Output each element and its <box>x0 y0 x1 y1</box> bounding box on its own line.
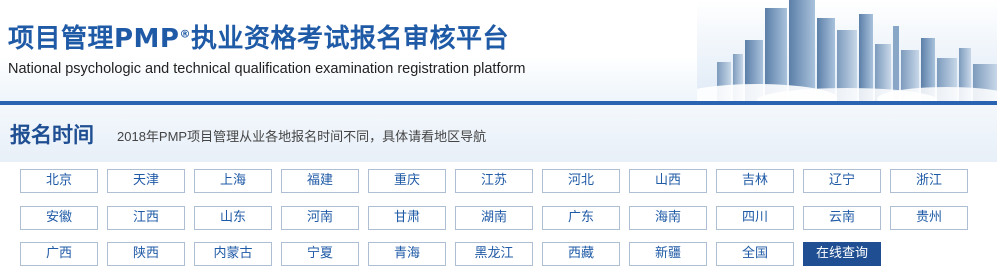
region-button[interactable]: 天津 <box>107 169 185 193</box>
region-button[interactable]: 全国 <box>716 242 794 267</box>
region-button[interactable]: 河北 <box>542 169 620 193</box>
region-button[interactable]: 海南 <box>629 205 707 230</box>
city-skyline-image <box>697 0 997 101</box>
region-button[interactable]: 河南 <box>281 205 359 230</box>
region-button[interactable]: 广西 <box>20 242 98 267</box>
region-button[interactable]: 辽宁 <box>803 169 881 193</box>
region-button[interactable]: 福建 <box>281 169 359 193</box>
region-navigation: 北京 天津 上海 福建 重庆 江苏 河北 山西 吉林 辽宁 浙江安徽 江西 山东 河南 甘肃 湖南 广东 海南 四川… <box>20 169 972 269</box>
region-button[interactable]: 广东 <box>542 205 620 230</box>
region-button[interactable]: 宁夏 <box>281 242 359 267</box>
region-button[interactable]: 内蒙古 <box>194 242 272 267</box>
region-button[interactable]: 黑龙江 <box>455 242 533 267</box>
region-button[interactable]: 江苏 <box>455 169 533 193</box>
region-button[interactable]: 陕西 <box>107 242 185 267</box>
region-button[interactable]: 江西 <box>107 205 185 230</box>
region-button[interactable]: 贵州 <box>890 205 968 230</box>
online-query-button[interactable]: 在线查询 <box>803 242 881 267</box>
registration-time-section: 报名时间 2018年PMP项目管理从业各地报名时间不同，具体请看地区导航 <box>0 105 997 162</box>
region-button[interactable]: 山西 <box>629 169 707 193</box>
region-button[interactable]: 浙江 <box>890 169 968 193</box>
region-button[interactable]: 西藏 <box>542 242 620 267</box>
section-note: 2018年PMP项目管理从业各地报名时间不同，具体请看地区导航 <box>117 129 487 144</box>
region-button[interactable]: 北京 <box>20 169 98 193</box>
region-button[interactable]: 吉林 <box>716 169 794 193</box>
title-main: 项目管理PMP <box>8 24 180 54</box>
platform-title: 项目管理PMP®执业资格考试报名审核平台 <box>8 18 509 55</box>
region-button[interactable]: 湖南 <box>455 205 533 230</box>
header-banner: 项目管理PMP®执业资格考试报名审核平台 National psychologi… <box>0 0 997 101</box>
region-button[interactable]: 甘肃 <box>368 205 446 230</box>
region-button[interactable]: 安徽 <box>20 205 98 230</box>
region-button[interactable]: 山东 <box>194 205 272 230</box>
region-button[interactable]: 四川 <box>716 205 794 230</box>
title-rest: 执业资格考试报名审核平台 <box>191 24 510 54</box>
region-button[interactable]: 青海 <box>368 242 446 267</box>
region-button[interactable]: 云南 <box>803 205 881 230</box>
section-title: 报名时间 <box>10 123 94 147</box>
region-button[interactable]: 上海 <box>194 169 272 193</box>
region-button[interactable]: 新疆 <box>629 242 707 267</box>
region-button[interactable]: 重庆 <box>368 169 446 193</box>
registered-mark: ® <box>179 27 191 41</box>
platform-subtitle: National psychologic and technical quali… <box>8 61 526 77</box>
